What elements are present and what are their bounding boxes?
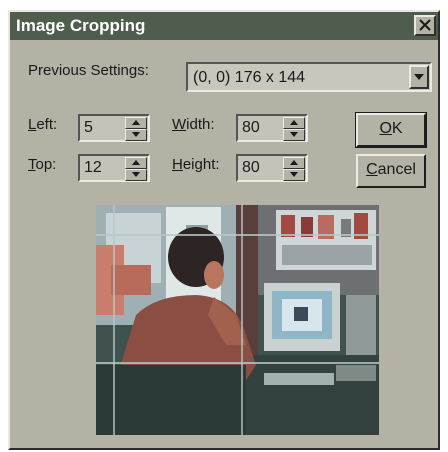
chevron-down-icon [414, 74, 424, 80]
left-spinbox[interactable]: 5 [78, 114, 150, 142]
triangle-down-icon [132, 132, 140, 137]
left-value[interactable]: 5 [84, 119, 93, 137]
title-bar[interactable]: Image Cropping [10, 12, 438, 40]
triangle-down-icon [290, 172, 298, 177]
triangle-down-icon [290, 132, 298, 137]
height-label: Height: [172, 156, 220, 173]
top-spin-up[interactable] [125, 157, 147, 169]
image-cropping-dialog: Image Cropping Previous Settings: (0, 0)… [8, 10, 440, 450]
width-spin-up[interactable] [283, 117, 305, 129]
previous-settings-dropdown[interactable]: (0, 0) 176 x 144 [186, 62, 432, 92]
top-value[interactable]: 12 [84, 159, 102, 177]
height-spin-up[interactable] [283, 157, 305, 169]
left-spinner[interactable] [125, 117, 147, 141]
height-spinner[interactable] [283, 157, 305, 181]
close-icon [419, 19, 431, 31]
width-spinbox[interactable]: 80 [236, 114, 308, 142]
triangle-up-icon [132, 160, 140, 165]
previous-settings-value: (0, 0) 176 x 144 [193, 69, 306, 86]
window-title: Image Cropping [16, 16, 146, 35]
previous-settings-label: Previous Settings: [28, 62, 149, 79]
left-spin-down[interactable] [125, 129, 147, 141]
left-label: Left: [28, 116, 58, 133]
triangle-up-icon [290, 120, 298, 125]
triangle-up-icon [132, 120, 140, 125]
close-button[interactable] [414, 15, 436, 36]
cancel-button[interactable]: Cancel [356, 154, 426, 188]
width-label: Width: [172, 116, 215, 133]
width-spin-down[interactable] [283, 129, 305, 141]
dropdown-button[interactable] [409, 65, 429, 89]
crop-preview-image[interactable] [96, 205, 379, 435]
top-label: Top: [28, 156, 57, 173]
preview-picture [96, 205, 379, 435]
top-spin-down[interactable] [125, 169, 147, 181]
width-value[interactable]: 80 [242, 119, 260, 137]
triangle-up-icon [290, 160, 298, 165]
top-spinner[interactable] [125, 157, 147, 181]
height-spinbox[interactable]: 80 [236, 154, 308, 182]
height-spin-down[interactable] [283, 169, 305, 181]
triangle-down-icon [132, 172, 140, 177]
left-spin-up[interactable] [125, 117, 147, 129]
width-spinner[interactable] [283, 117, 305, 141]
ok-button[interactable]: OK [355, 112, 427, 148]
height-value[interactable]: 80 [242, 159, 260, 177]
top-spinbox[interactable]: 12 [78, 154, 150, 182]
